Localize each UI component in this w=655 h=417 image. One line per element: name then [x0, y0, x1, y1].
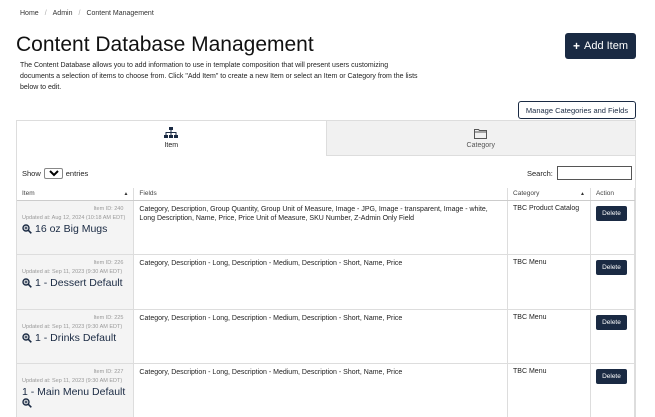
- page-description: The Content Database allows you to add i…: [20, 62, 418, 91]
- column-header-action: Action: [590, 188, 636, 201]
- search-label: Search:: [527, 168, 553, 178]
- delete-button[interactable]: Delete: [595, 369, 627, 384]
- zoom-in-icon: [22, 278, 32, 288]
- zoom-in-icon[interactable]: [22, 398, 32, 408]
- item-link[interactable]: 16 oz Big Mugs: [22, 223, 128, 235]
- sort-asc-icon: ▲: [123, 191, 129, 197]
- item-cell: Item ID: 225 Updated at: Sep 11, 2023 (9…: [17, 309, 135, 364]
- item-updated: Updated at: Sep 11, 2023 (9:30 AM EDT): [22, 269, 123, 275]
- item-link[interactable]: 1 - Dessert Default: [22, 277, 128, 289]
- item-id: Item ID: 225: [93, 314, 124, 321]
- breadcrumb-separator: /: [44, 10, 47, 17]
- item-updated: Updated at: Sep 11, 2023 (9:30 AM EDT): [22, 323, 123, 330]
- item-updated: Updated at: Sep 11, 2023 (9:30 AM EDT): [22, 378, 123, 384]
- action-cell: Delete: [590, 309, 636, 364]
- breadcrumb: Home / Admin / Content Management: [20, 10, 154, 17]
- zoom-in-icon: [22, 223, 32, 234]
- item-link[interactable]: 1 - Main Menu Default: [22, 386, 128, 398]
- breadcrumb-home[interactable]: Home: [20, 10, 39, 17]
- table-header-row: Item ▲ Fields Category ▲ Action: [17, 188, 636, 201]
- table-row: Item ID: 227 Updated at: Sep 11, 2023 (9…: [17, 363, 636, 417]
- item-id: Item ID: 227: [93, 369, 124, 375]
- plus-icon: +: [572, 39, 580, 53]
- category-cell: TBC Product Catalog: [507, 200, 591, 255]
- tab-bar: Item Category: [17, 121, 635, 156]
- fields-cell: Category, Description - Long, Descriptio…: [133, 363, 509, 417]
- entries-length: Show 10 entries: [22, 168, 88, 179]
- item-id: Item ID: 226: [93, 260, 124, 266]
- tab-category-label: Category: [466, 141, 495, 149]
- search-input[interactable]: [556, 166, 632, 180]
- page-title: Content Database Management: [16, 33, 314, 56]
- fields-cell: Category, Description - Long, Descriptio…: [133, 254, 509, 310]
- item-name: 1 - Main Menu Default: [22, 386, 126, 398]
- fields-cell: Category, Description, Group Quantity, G…: [133, 200, 509, 255]
- item-name: 16 oz Big Mugs: [35, 222, 108, 235]
- fields-cell: Category, Description - Long, Descriptio…: [133, 309, 509, 364]
- delete-button[interactable]: Delete: [595, 260, 627, 275]
- tab-category[interactable]: Category: [325, 121, 635, 156]
- delete-button[interactable]: Delete: [595, 205, 627, 221]
- action-cell: Delete: [590, 363, 636, 417]
- breadcrumb-admin[interactable]: Admin: [53, 10, 73, 17]
- table-row: Item ID: 226 Updated at: Sep 11, 2023 (9…: [17, 254, 636, 310]
- item-updated: Updated at: Aug 12, 2024 (10:18 AM EDT): [22, 214, 126, 221]
- folder-icon: [474, 128, 488, 139]
- category-cell: TBC Menu: [507, 309, 591, 364]
- add-item-label: Add Item: [583, 40, 629, 52]
- column-header-fields[interactable]: Fields: [133, 188, 509, 201]
- show-label: Show: [22, 169, 41, 178]
- content-panel: Item Category Show 10 entries Search: It…: [16, 120, 636, 417]
- item-name: 1 - Drinks Default: [35, 331, 117, 344]
- column-header-item[interactable]: Item ▲: [17, 188, 135, 201]
- manage-categories-button[interactable]: Manage Categories and Fields: [518, 101, 636, 119]
- item-id: Item ID: 240: [93, 205, 124, 212]
- sitemap-icon: [164, 127, 179, 138]
- table-row: Item ID: 225 Updated at: Sep 11, 2023 (9…: [17, 309, 636, 364]
- breadcrumb-current: Content Management: [86, 10, 154, 17]
- action-cell: Delete: [590, 200, 636, 255]
- entries-label: entries: [65, 169, 89, 178]
- tab-item-label: Item: [164, 142, 179, 149]
- category-cell: TBC Menu: [507, 254, 591, 310]
- column-header-category[interactable]: Category ▲: [507, 188, 591, 201]
- table-row: Item ID: 240 Updated at: Aug 12, 2024 (1…: [17, 200, 636, 255]
- item-cell: Item ID: 226 Updated at: Sep 11, 2023 (9…: [17, 254, 135, 310]
- zoom-in-icon: [22, 332, 32, 343]
- search-box: Search:: [527, 166, 632, 180]
- items-table: Item ▲ Fields Category ▲ Action Item ID: 2…: [17, 188, 636, 417]
- item-cell: Item ID: 240 Updated at: Aug 12, 2024 (1…: [17, 200, 135, 255]
- item-name: 1 - Dessert Default: [35, 277, 123, 289]
- sort-asc-icon: ▲: [580, 191, 585, 197]
- add-item-button[interactable]: + Add Item: [565, 33, 636, 59]
- item-cell: Item ID: 227 Updated at: Sep 11, 2023 (9…: [17, 363, 135, 417]
- tab-item[interactable]: Item: [17, 121, 326, 156]
- category-cell: TBC Menu: [507, 363, 591, 417]
- delete-button[interactable]: Delete: [595, 314, 627, 330]
- breadcrumb-separator: /: [78, 10, 81, 17]
- entries-select[interactable]: 10: [43, 168, 63, 179]
- item-link[interactable]: 1 - Drinks Default: [22, 332, 128, 344]
- action-cell: Delete: [590, 254, 636, 310]
